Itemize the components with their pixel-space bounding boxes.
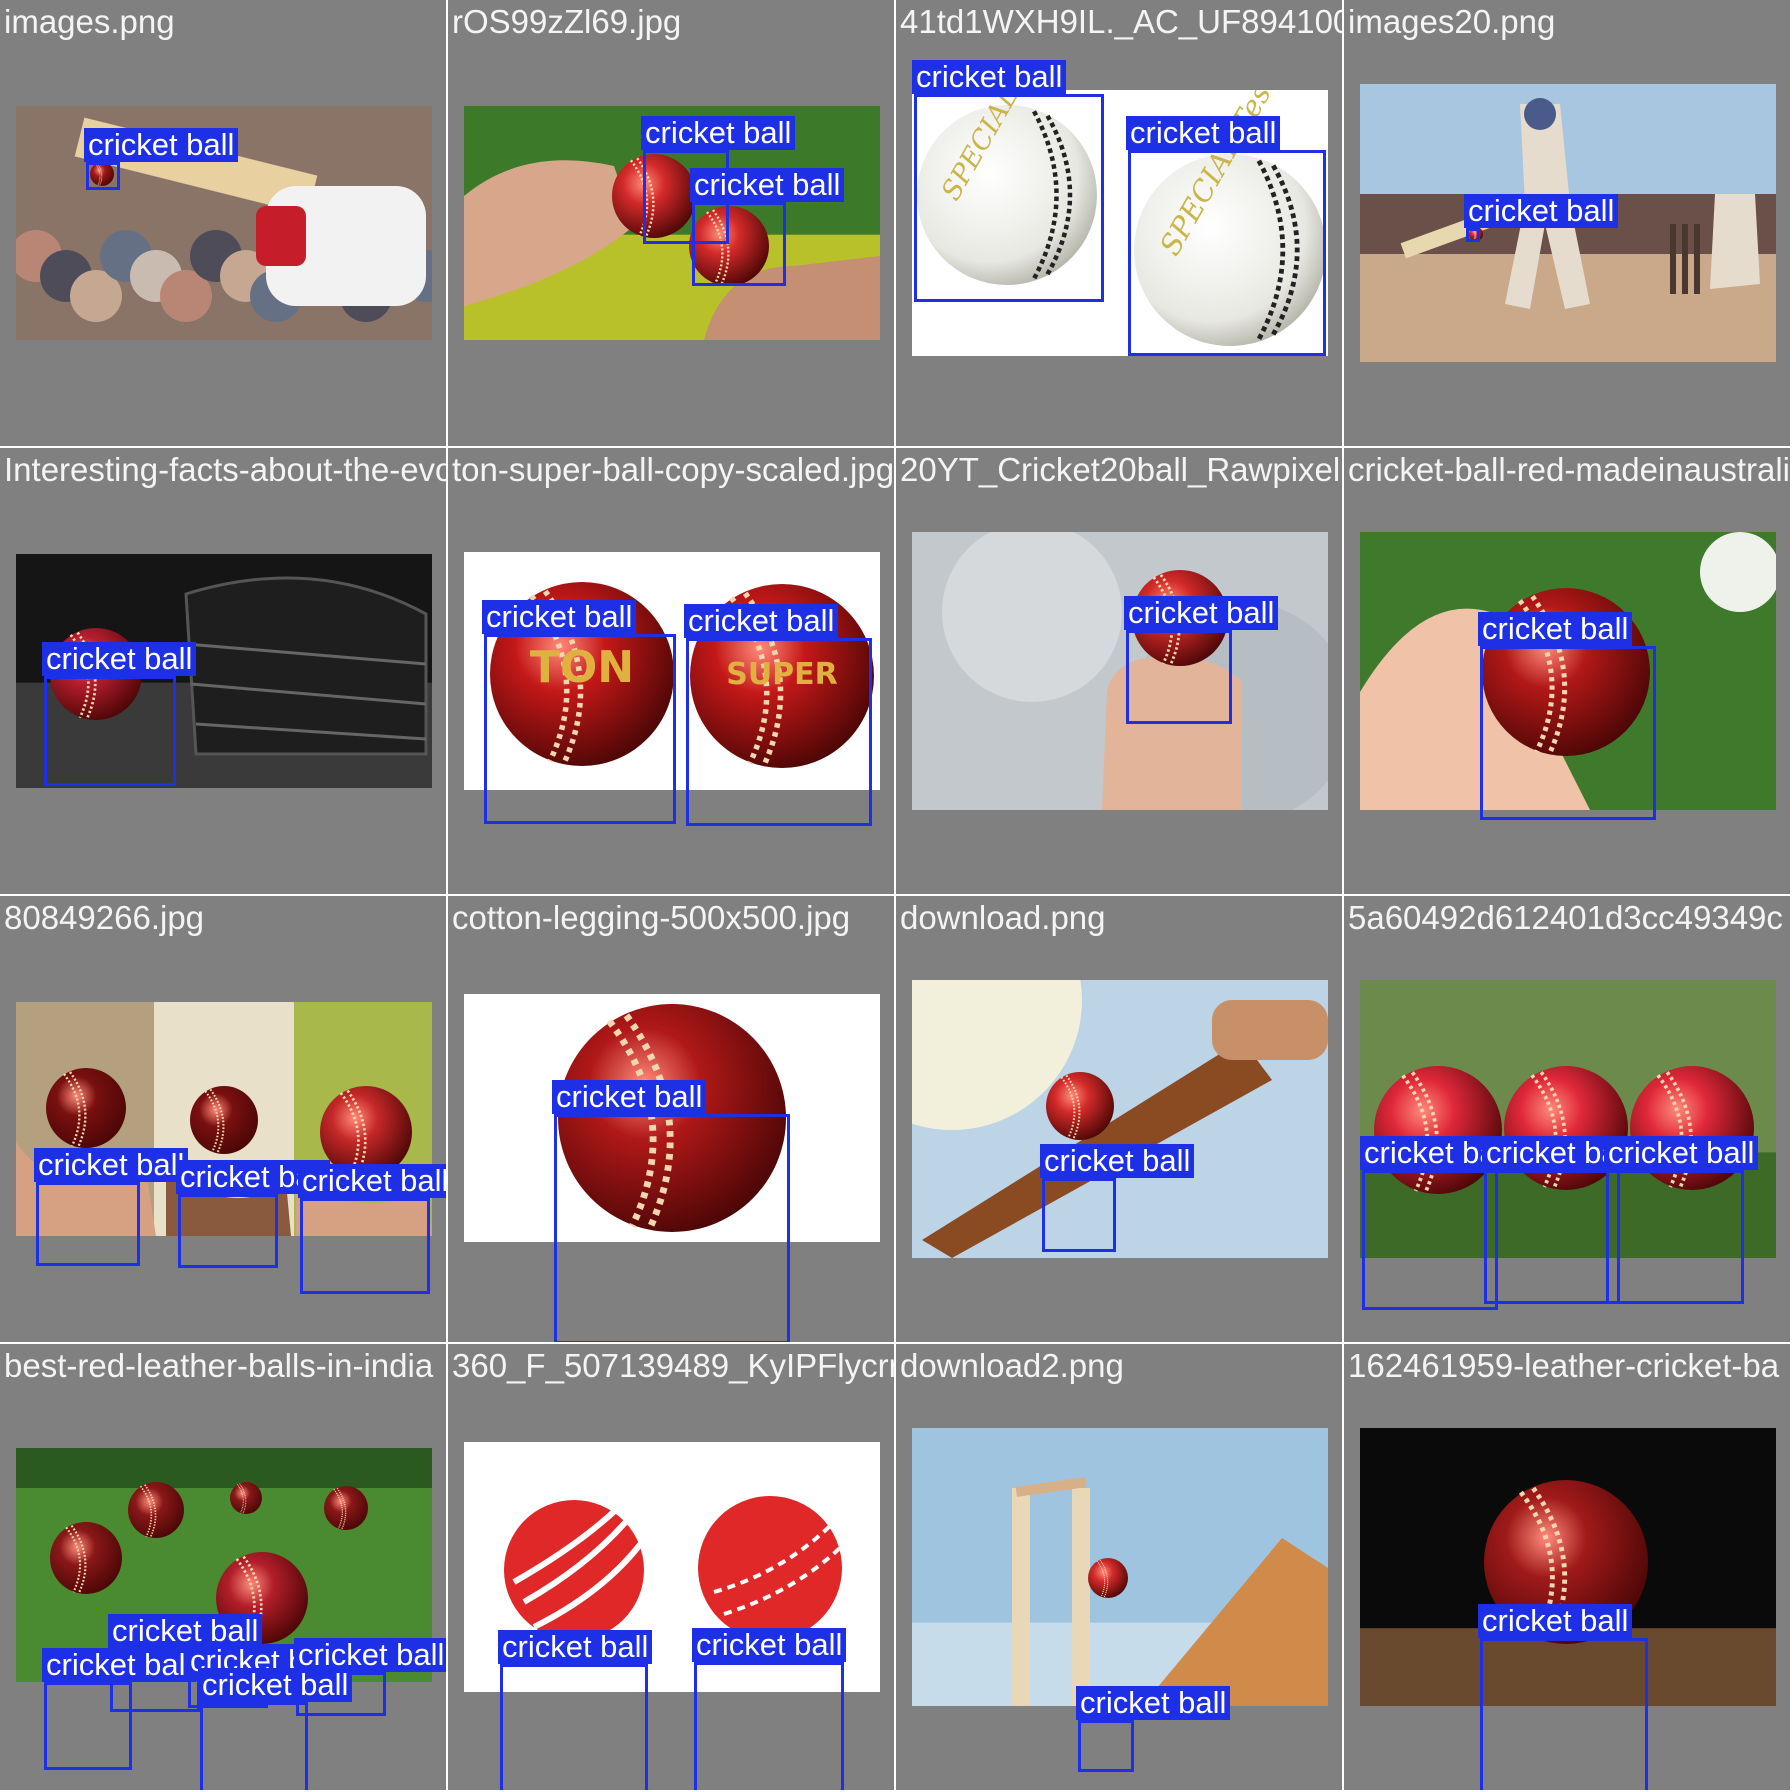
detection-tile: images20.png cricket ball xyxy=(1344,0,1790,446)
detection-label: cricket ball xyxy=(198,1668,353,1702)
detection-tile: 5a60492d612401d3cc49349c cricket ball cri… xyxy=(1344,896,1790,1342)
detection-label: cricket ball xyxy=(641,116,796,150)
detection-box xyxy=(178,1194,278,1268)
detection-box xyxy=(1606,1170,1744,1304)
detection-box xyxy=(1362,1170,1498,1310)
tile-filename: 20YT_Cricket20ball_Rawpixel.jpg xyxy=(900,451,1342,488)
detection-label: cricket ball xyxy=(1604,1136,1759,1170)
tile-filename: 80849266.jpg xyxy=(4,899,205,936)
tile-filename: Interesting-facts-about-the-evolution-of… xyxy=(4,451,446,488)
detection-box xyxy=(1078,1720,1134,1772)
detection-label: cricket ball xyxy=(498,1630,653,1664)
detection-label: cricket ball xyxy=(912,60,1067,94)
detection-tile: 41td1WXH9IL._AC_UF8941000_QL80_.jpg SPEC… xyxy=(896,0,1342,446)
detection-box xyxy=(1466,228,1480,242)
detection-label: cricket ball xyxy=(298,1164,446,1198)
detection-tile: download2.png cricket ball xyxy=(896,1344,1342,1790)
tile-filename: best-red-leather-balls-in-india xyxy=(4,1347,434,1384)
cricket-photo xyxy=(912,1428,1328,1706)
detection-label: cricket ball xyxy=(690,168,845,202)
detection-tile: Interesting-facts-about-the-evolution-of… xyxy=(0,448,446,894)
tile-filename: download2.png xyxy=(900,1347,1124,1384)
detection-tile: 80849266.jpg cricket ball cricket ball cri… xyxy=(0,896,446,1342)
detection-box xyxy=(36,1182,140,1266)
detection-box xyxy=(914,94,1104,302)
cricket-photo xyxy=(912,532,1328,810)
detection-label: cricket ball xyxy=(1126,116,1281,150)
detection-box xyxy=(484,634,676,824)
detection-label: cricket ball xyxy=(1478,612,1633,646)
detection-box xyxy=(1042,1178,1116,1252)
tile-filename: 162461959-leather-cricket-ba xyxy=(1348,1347,1780,1384)
detection-tile: rOS99zZl69.jpg cricket ball cricket ball xyxy=(448,0,894,446)
detection-label: cricket ball xyxy=(42,1648,197,1682)
detection-tile: cotton-legging-500x500.jpg cricket ball xyxy=(448,896,894,1342)
detection-box xyxy=(692,202,786,286)
detection-box xyxy=(694,1662,844,1790)
detection-box xyxy=(686,638,872,826)
detection-label: cricket ball xyxy=(1076,1686,1231,1720)
detection-box xyxy=(1126,630,1232,724)
detection-label: cricket ball xyxy=(294,1638,446,1672)
tile-filename: ton-super-ball-copy-scaled.jpg xyxy=(452,451,894,488)
tile-filename: 5a60492d612401d3cc49349c xyxy=(1348,899,1783,936)
detection-label: cricket ball xyxy=(84,128,239,162)
detection-label: cricket ball xyxy=(684,604,839,638)
detection-box xyxy=(554,1114,790,1342)
detection-tile: images.png cricket ball xyxy=(0,0,446,446)
detection-tile: cricket-ball-red-madeinaustralia cricket… xyxy=(1344,448,1790,894)
tile-filename: download.png xyxy=(900,899,1106,936)
detection-tile: 20YT_Cricket20ball_Rawpixel.jpg cricket … xyxy=(896,448,1342,894)
detection-box xyxy=(1484,1170,1620,1304)
detection-mosaic: images.png cricket ball rOS99zZl69.jpg cr… xyxy=(0,0,1792,1792)
detection-box xyxy=(86,162,120,190)
tile-filename: cotton-legging-500x500.jpg xyxy=(452,899,851,936)
cricket-photo xyxy=(912,980,1328,1258)
detection-label: cricket ball xyxy=(1124,596,1279,630)
detection-tile: download.png cricket ball xyxy=(896,896,1342,1342)
detection-label: cricket ball xyxy=(482,600,637,634)
detection-tile: 360_F_507139489_KyIPFlycrrOqGoCD7hEpAzcf… xyxy=(448,1344,894,1790)
detection-label: cricket ball xyxy=(42,642,197,676)
detection-label: cricket ball xyxy=(552,1080,707,1114)
detection-tile: 162461959-leather-cricket-ba cricket bal… xyxy=(1344,1344,1790,1790)
tile-filename: 41td1WXH9IL._AC_UF8941000_QL80_.jpg xyxy=(900,3,1342,40)
detection-box xyxy=(200,1702,308,1790)
detection-box xyxy=(500,1664,648,1790)
detection-box xyxy=(1480,1638,1648,1790)
detection-label: cricket ball xyxy=(692,1628,847,1662)
detection-label: cricket ball xyxy=(1464,194,1619,228)
tile-filename: images20.png xyxy=(1348,3,1556,40)
tile-filename: images.png xyxy=(4,3,175,40)
detection-label: cricket ball xyxy=(1040,1144,1195,1178)
detection-tile: ton-super-ball-copy-scaled.jpg TON SUPER… xyxy=(448,448,894,894)
tile-filename: rOS99zZl69.jpg xyxy=(452,3,682,40)
detection-label: cricket ball xyxy=(1478,1604,1633,1638)
detection-box xyxy=(1480,646,1656,820)
detection-box xyxy=(1128,150,1326,356)
detection-tile: best-red-leather-balls-in-india cricket … xyxy=(0,1344,446,1790)
detection-label: cricket ball xyxy=(34,1148,189,1182)
detection-box xyxy=(300,1198,430,1294)
tile-filename: 360_F_507139489_KyIPFlycrrOqGoCD7hEpAzcf… xyxy=(452,1347,894,1384)
detection-box xyxy=(44,676,176,786)
tile-filename: cricket-ball-red-madeinaustralia xyxy=(1348,451,1790,488)
